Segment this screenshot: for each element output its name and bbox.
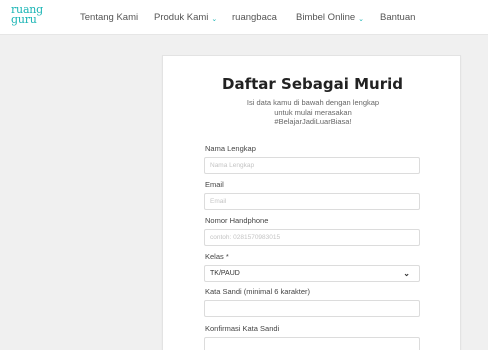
email-input[interactable]: Email xyxy=(204,193,420,210)
nav-label: ruangbaca xyxy=(232,12,277,23)
phone-label: Nomor Handphone xyxy=(205,216,269,225)
chevron-down-icon: ⌄ xyxy=(358,15,365,23)
kelas-label: Kelas * xyxy=(205,252,229,261)
subtitle-line: Isi data kamu di bawah dengan lengkap xyxy=(246,98,380,107)
konfirmasi-sandi-input[interactable] xyxy=(204,337,420,350)
kelas-selected-value: TK/PAUD xyxy=(210,270,240,277)
nav-label: Produk Kami xyxy=(154,12,209,23)
chevron-down-icon: ⌄ xyxy=(211,15,218,23)
nav-ruangbaca[interactable]: ruangbaca xyxy=(232,0,277,35)
subtitle-line: untuk mulai merasakan xyxy=(274,107,352,117)
page-subtitle: Isi data kamu di bawah dengan lengkap un… xyxy=(223,98,403,127)
nav-bantuan[interactable]: Bantuan xyxy=(380,0,415,35)
chevron-down-icon: ⌄ xyxy=(403,269,410,278)
nama-lengkap-label: Nama Lengkap xyxy=(205,144,256,153)
email-label: Email xyxy=(205,180,224,189)
nama-lengkap-input[interactable]: Nama Lengkap xyxy=(204,157,420,174)
ruangguru-logo[interactable]: ruang guru xyxy=(11,4,49,31)
nav-label: Bantuan xyxy=(380,12,416,23)
nav-label: Tentang Kami xyxy=(80,12,139,23)
kata-sandi-input[interactable] xyxy=(204,300,420,317)
top-navbar: ruang guru Tentang Kami Produk Kami ⌄ ru… xyxy=(0,0,488,35)
page-title: Daftar Sebagai Murid xyxy=(222,75,403,93)
nav-tentang-kami[interactable]: Tentang Kami xyxy=(80,0,138,35)
kelas-select[interactable]: TK/PAUD ⌄ xyxy=(204,265,420,282)
kata-sandi-label: Kata Sandi (minimal 6 karakter) xyxy=(205,287,311,296)
subtitle-line: #BelajarJadiLuarBiasa! xyxy=(274,117,352,126)
nav-label: Bimbel Online xyxy=(296,12,356,23)
nav-bimbel-online[interactable]: Bimbel Online ⌄ xyxy=(296,0,364,35)
registration-card: Daftar Sebagai Murid Isi data kamu di ba… xyxy=(162,55,461,350)
logo-text-bottom: guru xyxy=(11,13,37,26)
phone-input[interactable]: contoh: 0281570983015 xyxy=(204,229,420,246)
nav-produk-kami[interactable]: Produk Kami ⌄ xyxy=(154,0,217,35)
konfirmasi-sandi-label: Konfirmasi Kata Sandi xyxy=(205,324,280,333)
